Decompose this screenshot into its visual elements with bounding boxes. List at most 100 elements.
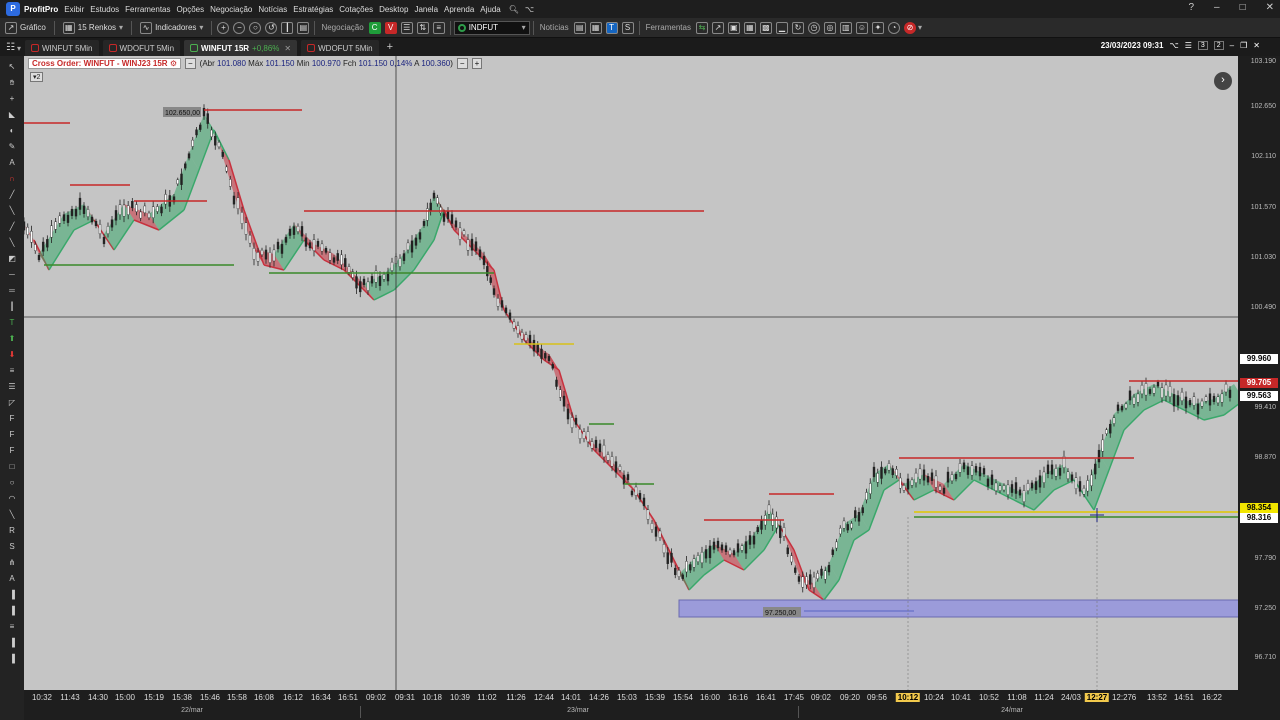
alarm-icon[interactable]: ◎ <box>823 21 836 34</box>
s-icon[interactable]: S <box>5 542 19 552</box>
clock-icon[interactable]: ◷ <box>807 21 820 34</box>
chart-tab[interactable]: WDOFUT 5Min <box>102 40 181 56</box>
layout-icon[interactable]: ▤ <box>297 21 310 34</box>
price-chart[interactable]: 102.650,00 97.250,00 <box>24 56 1238 690</box>
add-tab-button[interactable]: + <box>387 41 393 53</box>
down-arrow-icon[interactable]: ⬇ <box>5 350 19 360</box>
menu-item[interactable]: Ferramentas <box>125 5 170 14</box>
vline-icon[interactable]: ┃ <box>5 302 19 312</box>
candle-type-icon[interactable]: ┃ <box>281 21 294 34</box>
arrows-icon[interactable]: ⇆ <box>695 21 708 34</box>
collapse-button[interactable]: − <box>456 58 468 69</box>
chart-tab[interactable]: WINFUT 15R +0,86% ✕ <box>184 40 298 56</box>
minimize-icon[interactable]: – <box>1230 41 1234 50</box>
up-arrow-icon[interactable]: ⬆ <box>5 334 19 344</box>
menu-item[interactable]: Desktop <box>379 5 408 14</box>
search-icon[interactable]: 🔍︎ <box>509 5 519 14</box>
share-icon[interactable]: ⌥ <box>1169 41 1178 50</box>
maximize-button[interactable]: □ <box>1240 2 1246 13</box>
chevron-down-icon[interactable]: ▾ <box>918 23 922 32</box>
measure-icon[interactable]: ▐ <box>5 638 19 648</box>
brush-icon[interactable]: ╱ <box>5 190 19 200</box>
fib-fan-icon[interactable]: ◸ <box>5 398 19 408</box>
news-icon[interactable]: ▤ <box>573 21 586 34</box>
help-icon[interactable]: ? <box>1188 2 1194 13</box>
time-axis[interactable]: 10:32 11:43 14:30 15:00 15:19 15:38 15:46 15:58… <box>24 690 1238 720</box>
chart-tab[interactable]: WDOFUT 5Min <box>301 40 379 56</box>
restore-icon[interactable]: ❐ <box>1240 41 1247 50</box>
heatmap-icon[interactable]: ▩ <box>759 21 772 34</box>
horseshoe-icon[interactable]: ∩ <box>5 174 19 184</box>
bars-pattern-icon[interactable]: ▐ <box>5 606 19 616</box>
pencil-icon[interactable]: ✎ <box>5 142 19 152</box>
hray-icon[interactable]: ═ <box>5 286 19 296</box>
price-axis[interactable]: 103.190 102.650 102.110 101.570 101.030 100.4… <box>1238 56 1280 690</box>
menu-item[interactable]: Cotações <box>339 5 373 14</box>
table-icon[interactable]: ▦ <box>743 21 756 34</box>
crosshair-icon[interactable]: + <box>5 94 19 104</box>
marker-icon[interactable]: ▐ <box>5 654 19 664</box>
layout-box-2[interactable]: 2 <box>1213 41 1224 50</box>
subchart-toggle[interactable]: ▾2 <box>30 72 44 82</box>
grid-menu-icon[interactable]: ☷ <box>6 42 15 53</box>
ellipse-icon[interactable]: ○ <box>5 478 19 488</box>
fib-arc-icon[interactable]: F <box>5 430 19 440</box>
cursor-icon[interactable]: ↖ <box>5 62 19 72</box>
menu-item[interactable]: Aprenda <box>444 5 474 14</box>
zoom-in-icon[interactable]: + <box>217 21 230 34</box>
calculator-icon[interactable]: ▥ <box>839 21 852 34</box>
menu-item[interactable]: Notícias <box>258 5 287 14</box>
zoom-out-icon[interactable]: − <box>233 21 246 34</box>
scroll-right-button[interactable]: › <box>1214 72 1232 90</box>
rectangle-icon[interactable]: □ <box>5 462 19 472</box>
renko-select[interactable]: ▦ 15 Renkos ▾ <box>58 19 128 37</box>
speed-icon[interactable]: ◔ <box>887 21 900 34</box>
indicators-button[interactable]: ∿ Indicadores ▾ <box>135 19 208 37</box>
close-tab-icon[interactable]: ✕ <box>284 44 291 53</box>
menu-item[interactable]: Estratégias <box>293 5 333 14</box>
settings-icon[interactable]: ⚙ <box>170 59 177 68</box>
channel-icon[interactable]: ◩ <box>5 254 19 264</box>
order-book-icon[interactable]: ☰ <box>400 21 413 34</box>
menu-item[interactable]: Estudos <box>90 5 119 14</box>
zoom-fit-icon[interactable]: ○ <box>249 21 262 34</box>
calendar-icon[interactable]: ▦ <box>589 21 602 34</box>
volume-profile-icon[interactable]: ▐ <box>5 590 19 600</box>
minimize-button[interactable]: – <box>1214 2 1220 13</box>
tv-icon[interactable]: T <box>605 21 618 34</box>
strategy-icon[interactable]: ✦ <box>871 21 884 34</box>
block-icon[interactable]: ⊘ <box>903 21 916 34</box>
layout-box-3[interactable]: 3 <box>1197 41 1208 50</box>
trend-icon[interactable]: ↗ <box>711 21 724 34</box>
magnet-icon[interactable]: ◐ <box>5 126 19 136</box>
bars-icon[interactable]: ▁ <box>775 21 788 34</box>
cross-order-label[interactable]: Cross Order: WINFUT - WINJ23 15R ⚙ <box>28 58 181 69</box>
fibonacci-icon[interactable]: ≡ <box>5 366 19 376</box>
hline-icon[interactable]: ─ <box>5 270 19 280</box>
chart-button[interactable]: ↗ Gráfico <box>0 19 51 37</box>
order-list-icon[interactable]: ≡ <box>432 21 445 34</box>
asset-select[interactable]: INDFUT ▾ <box>453 20 530 35</box>
menu-item[interactable]: Exibir <box>64 5 84 14</box>
menu-item[interactable]: Ajuda <box>480 5 500 14</box>
bracket-order-icon[interactable]: ⇅ <box>416 21 429 34</box>
zoom-reset-icon[interactable]: ↺ <box>265 21 278 34</box>
fib-zone-icon[interactable]: F <box>5 446 19 456</box>
menu-item[interactable]: Negociação <box>210 5 252 14</box>
collapse-button[interactable]: − <box>184 58 196 69</box>
line-icon[interactable]: ╲ <box>5 206 19 216</box>
fib-ext-icon[interactable]: F <box>5 414 19 424</box>
levels-icon[interactable]: ≡ <box>5 622 19 632</box>
close-button[interactable]: ✕ <box>1266 2 1274 13</box>
ray-icon[interactable]: ╲ <box>5 238 19 248</box>
arc-icon[interactable]: ◠ <box>5 494 19 504</box>
menu-item[interactable]: Opções <box>177 5 205 14</box>
share-icon[interactable]: ⌥ <box>525 5 534 14</box>
hand-icon[interactable]: ✋︎ <box>5 78 19 88</box>
scanner-icon[interactable]: ▣ <box>727 21 740 34</box>
pitchfork-icon[interactable]: ⋔ <box>5 558 19 568</box>
a-icon[interactable]: A <box>5 574 19 584</box>
menu-item[interactable]: Janela <box>414 5 438 14</box>
close-icon[interactable]: ✕ <box>1253 41 1260 50</box>
chart-area[interactable]: 102.650,00 97.250,00 Cross Order: WINFUT … <box>24 56 1238 690</box>
